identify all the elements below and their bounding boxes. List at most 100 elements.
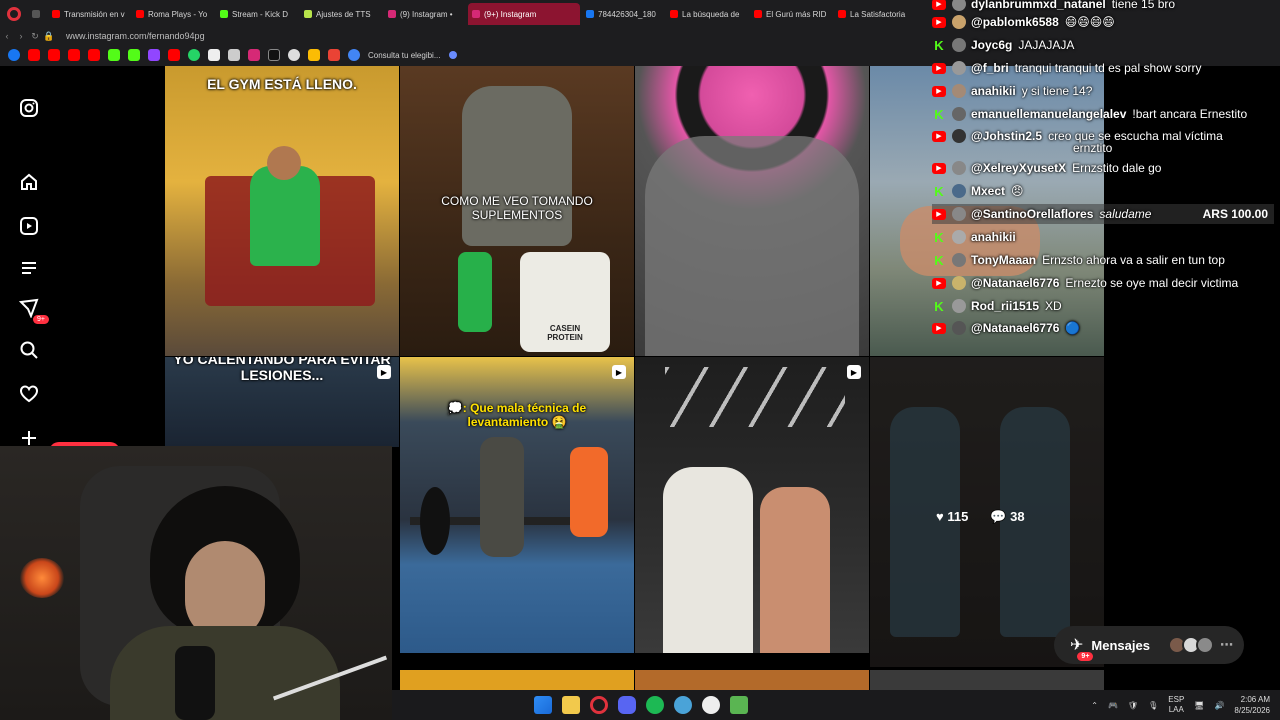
- url-field[interactable]: www.instagram.com/fernando94pg: [66, 31, 205, 41]
- forward-icon[interactable]: ›: [14, 31, 28, 41]
- reload-icon[interactable]: ↻: [28, 31, 42, 42]
- tab-favicon-icon: [754, 10, 762, 18]
- opera-icon[interactable]: [590, 696, 608, 714]
- image-bookmark-icon[interactable]: [228, 49, 240, 61]
- kick-bookmark-icon[interactable]: [128, 49, 140, 61]
- post-tile-deadlift[interactable]: 💭: Que mala técnica de levantamiento 🤮 ▶: [400, 357, 634, 653]
- notifications-heart-icon[interactable]: [17, 382, 41, 406]
- clock[interactable]: 2:06 AM 8/25/2026: [1234, 694, 1270, 716]
- search-icon[interactable]: [17, 338, 41, 362]
- facebook-bookmark-icon[interactable]: [8, 49, 20, 61]
- tiktok-bookmark-icon[interactable]: [208, 49, 220, 61]
- tab-label: Stream - Kick D: [232, 9, 289, 19]
- obs-icon[interactable]: [702, 696, 720, 714]
- tub-label: CASEIN PROTEIN: [547, 324, 583, 342]
- instagram-bookmark-icon[interactable]: [248, 49, 260, 61]
- browser-tab[interactable]: Ajustes de TTS: [300, 3, 382, 25]
- browser-tab[interactable]: La Satisfactoria: [834, 3, 916, 25]
- browser-tab[interactable]: 784426304_180: [582, 3, 664, 25]
- gemini-bookmark-icon[interactable]: [448, 51, 457, 59]
- chat-text: Ernzsto ahora va a salir en tun top: [1042, 253, 1225, 267]
- kick-bookmark-icon[interactable]: [108, 49, 120, 61]
- browser-tab[interactable]: La búsqueda de: [666, 3, 748, 25]
- avatar: [952, 299, 966, 313]
- x-bookmark-icon[interactable]: [268, 49, 280, 61]
- avatar: [952, 0, 966, 11]
- explore-feed-icon[interactable]: [17, 256, 41, 280]
- bookmark-consulta[interactable]: Consulta tu elegibi...: [368, 51, 441, 60]
- home-icon[interactable]: [17, 170, 41, 194]
- post-tile-supplements[interactable]: CASEIN PROTEIN COMO ME VEO TOMANDO SUPLE…: [400, 66, 634, 356]
- chat-username: emanuellemanuelangelalev: [971, 107, 1127, 121]
- youtube-bookmark-icon[interactable]: [168, 49, 180, 61]
- browser-tab[interactable]: Roma Plays - Yo: [132, 3, 214, 25]
- tab-favicon-icon: [52, 10, 60, 18]
- post-tile-hover[interactable]: ♥ 115 💬 38: [870, 357, 1104, 667]
- youtube-icon: ▶: [932, 130, 946, 142]
- chat-username: @Natanael6776: [971, 276, 1060, 290]
- browser-icon[interactable]: [674, 696, 692, 714]
- back-icon[interactable]: ‹: [0, 31, 14, 41]
- messages-pill[interactable]: ✈ 9+ Mensajes ⋯: [1054, 626, 1244, 664]
- instagram-logo-icon[interactable]: [17, 96, 41, 120]
- tab-workspaces[interactable]: [28, 3, 46, 25]
- post-tile-couple[interactable]: ▶: [635, 357, 869, 653]
- tab-label: La búsqueda de: [682, 9, 740, 19]
- spotify-icon[interactable]: [646, 696, 664, 714]
- app-icon[interactable]: [730, 696, 748, 714]
- post-tile-gym[interactable]: EL GYM ESTÁ LLENO.: [165, 66, 399, 356]
- google-bookmark-icon[interactable]: [348, 49, 360, 61]
- chat-message: K Rod_rii1515 XD: [932, 296, 1061, 316]
- tab-label: El Gurú más RID: [766, 9, 827, 19]
- likes-count: 115: [947, 509, 969, 524]
- chat-text: ernztito: [1073, 141, 1113, 155]
- avatar: [952, 38, 966, 52]
- drive-bookmark-icon[interactable]: [308, 49, 320, 61]
- youtube-bookmark-icon[interactable]: [68, 49, 80, 61]
- mic-icon[interactable]: 🎙: [1148, 701, 1158, 710]
- chatgpt-bookmark-icon[interactable]: [288, 49, 300, 61]
- webcam-feed: [0, 446, 392, 720]
- reels-icon[interactable]: [17, 214, 41, 238]
- post-tile-warmup[interactable]: YO CALENTANDO PARA EVITAR LESIONES... ▶: [165, 357, 399, 447]
- youtube-bookmark-icon[interactable]: [28, 49, 40, 61]
- tray-app-icon[interactable]: 🛡: [1128, 701, 1138, 710]
- chat-message: ▶ @f_bri tranqui tranqui td es pal show so…: [932, 58, 1201, 78]
- lifter-shape: [480, 437, 524, 557]
- tray-chevron-icon[interactable]: ⌃: [1091, 701, 1098, 710]
- messages-badge: 9+: [33, 315, 49, 324]
- browser-tab[interactable]: (9+) Instagram: [468, 3, 580, 25]
- messenger-icon[interactable]: 9+: [17, 296, 49, 324]
- post-caption: COMO ME VEO TOMANDO SUPLEMENTOS: [441, 194, 593, 222]
- youtube-icon: ▶: [932, 162, 946, 174]
- browser-tab[interactable]: Transmisión en v: [48, 3, 130, 25]
- post-tile-group[interactable]: [635, 66, 869, 356]
- volume-icon[interactable]: 🔊: [1214, 701, 1224, 710]
- chat-username: @Natanael6776: [971, 321, 1060, 335]
- chat-text: !bart ancara Ernestito: [1132, 107, 1248, 121]
- chat-username: Rod_rii1515: [971, 299, 1040, 313]
- youtube-bookmark-icon[interactable]: [88, 49, 100, 61]
- opera-logo-icon[interactable]: [0, 0, 28, 28]
- tab-favicon-icon: [586, 10, 594, 18]
- language-indicator[interactable]: ESP LAA: [1168, 695, 1184, 715]
- youtube-bookmark-icon[interactable]: [48, 49, 60, 61]
- browser-tab[interactable]: (9) Instagram •: [384, 3, 466, 25]
- file-explorer-icon[interactable]: [562, 696, 580, 714]
- browser-tab[interactable]: Stream - Kick D: [216, 3, 298, 25]
- avatar: [952, 230, 966, 244]
- gmail-bookmark-icon[interactable]: [328, 49, 340, 61]
- browser-tab[interactable]: El Gurú más RID: [750, 3, 832, 25]
- tray-app-icon[interactable]: 🎮: [1108, 701, 1118, 710]
- chat-message: Kanahikii: [932, 227, 1022, 247]
- chat-username: TonyMaaan: [971, 253, 1037, 267]
- chat-text: JAJAJAJA: [1018, 38, 1075, 52]
- chat-text: y si tiene 14?: [1021, 84, 1093, 98]
- windows-start-icon[interactable]: [534, 696, 552, 714]
- whatsapp-bookmark-icon[interactable]: [188, 49, 200, 61]
- tab-favicon-icon: [670, 10, 678, 18]
- network-icon[interactable]: 🖥: [1194, 701, 1204, 710]
- kick-icon: K: [934, 183, 944, 199]
- discord-icon[interactable]: [618, 696, 636, 714]
- twitch-bookmark-icon[interactable]: [148, 49, 160, 61]
